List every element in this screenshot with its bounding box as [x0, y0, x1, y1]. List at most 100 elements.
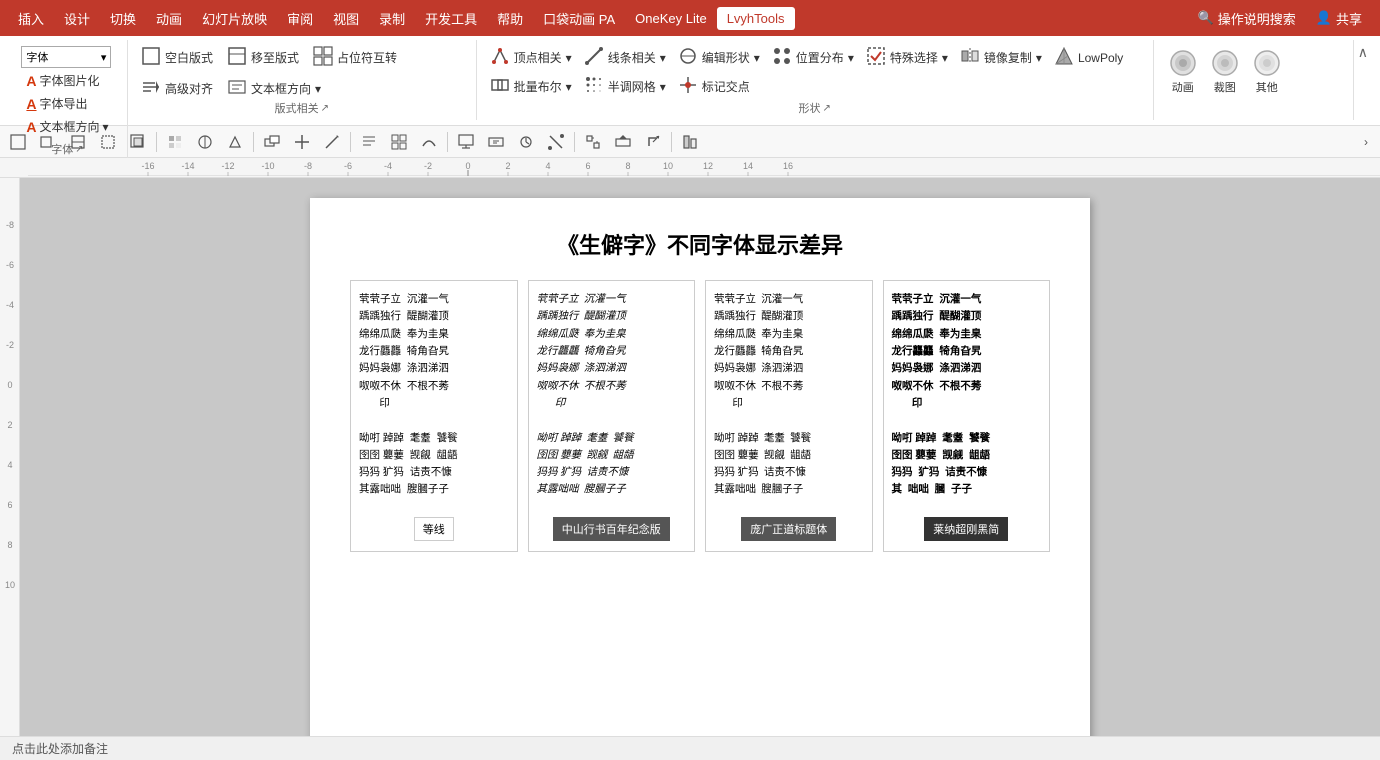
menu-item-view[interactable]: 视图 [323, 5, 369, 32]
toolbar-btn-6[interactable] [161, 129, 189, 155]
toolbar-btn-3[interactable] [64, 129, 92, 155]
textbox-dir-btn[interactable]: 文本框方向 ▾ [222, 75, 326, 102]
halftone-btn[interactable]: 半调网格 ▾ [579, 73, 671, 100]
move-layout-icon [227, 46, 247, 69]
lowpoly-icon [1054, 46, 1074, 69]
menu-item-pocket[interactable]: 口袋动画 PA [533, 5, 625, 32]
toolbar-btn-more[interactable]: › [1356, 129, 1376, 155]
move-layout-btn[interactable]: 移至版式 [222, 44, 304, 71]
font-export-btn[interactable]: A 字体导出 [21, 93, 92, 114]
menu-item-record[interactable]: 录制 [369, 5, 415, 32]
toolbar-btn-4[interactable] [94, 129, 122, 155]
svg-text:6: 6 [7, 500, 12, 510]
menu-item-switch[interactable]: 切换 [100, 5, 146, 32]
edit-shape-label: 编辑形状 [702, 49, 750, 66]
toolbar-btn-1[interactable] [4, 129, 32, 155]
font-export-icon: A [26, 96, 36, 112]
toolbar-btn-12[interactable] [355, 129, 383, 155]
font-export-label: 字体导出 [40, 95, 88, 112]
toolbar-btn-21[interactable] [639, 129, 667, 155]
vertex-rel-btn[interactable]: 顶点相关 ▾ [485, 44, 577, 71]
edit-shape-btn[interactable]: 编辑形状 ▾ [673, 44, 765, 71]
adv-align-icon [141, 77, 161, 100]
menu-item-insert[interactable]: 插入 [8, 5, 54, 32]
toolbar-btn-8[interactable] [221, 129, 249, 155]
toolbar-btn-14[interactable] [415, 129, 443, 155]
menu-item-animate[interactable]: 动画 [146, 5, 192, 32]
font-sample-text-saihei: 茕茕子立 沉灌一气 踽踽独行 醍醐灌顶 绵绵瓜瓞 奉为圭臬 龙行龘龘 犄角旮旯 … [892, 291, 1042, 499]
toolbar-btn-22[interactable] [676, 129, 704, 155]
layout-group-expand[interactable]: ↗ [321, 103, 329, 114]
other-btn[interactable]: 其他 [1246, 44, 1288, 98]
toolbar-btn-11[interactable] [318, 129, 346, 155]
slide[interactable]: 《生僻字》不同字体显示差异 茕茕子立 沉灌一气 踽踽独行 醍醐灌顶 绵绵瓜瓞 奉… [310, 198, 1090, 736]
pos-dist-icon [772, 46, 792, 69]
special-sel-btn[interactable]: 特殊选择 ▾ [861, 44, 953, 71]
menu-item-help[interactable]: 帮助 [487, 5, 533, 32]
bulk-bool-btn[interactable]: 批量布尔 ▾ [485, 73, 577, 100]
svg-text:-4: -4 [6, 300, 14, 310]
vertex-rel-label: 顶点相关 [514, 49, 562, 66]
pos-dist-btn[interactable]: 位置分布 ▾ [767, 44, 859, 71]
blank-layout-btn[interactable]: 空白版式 [136, 44, 218, 71]
shape-group-expand[interactable]: ↗ [823, 103, 831, 114]
menu-item-slideshow[interactable]: 幻灯片放映 [192, 5, 277, 32]
toolbar-btn-9[interactable] [258, 129, 286, 155]
font-grid: 茕茕子立 沉灌一气 踽踽独行 醍醐灌顶 绵绵瓜瓞 奉为圭臬 龙行龘龘 犄角旮旯 … [350, 280, 1050, 552]
toolbar-btn-5[interactable] [124, 129, 152, 155]
svg-text:-10: -10 [261, 161, 274, 171]
ruler-vertical: -8 -6 -4 -2 0 2 4 6 8 10 [0, 178, 20, 736]
toolbar-btn-2[interactable] [34, 129, 62, 155]
menu-item-onekey[interactable]: OneKey Lite [625, 7, 717, 30]
toolbar-separator-3 [350, 132, 351, 152]
ruler-horizontal: -16 -14 -12 -10 -8 -6 -4 -2 0 2 4 6 8 10… [0, 158, 1380, 178]
line-rel-btn[interactable]: 线条相关 ▾ [579, 44, 671, 71]
ribbon: 字体 ▾ A 字体图片化 A 字体导出 A 文本框方向 ▾ 字体 [0, 36, 1380, 126]
textbox-dir-icon [227, 77, 247, 100]
svg-text:8: 8 [625, 161, 630, 171]
font-sample-dengxian: 茕茕子立 沉灌一气 踽踽独行 醍醐灌顶 绵绵瓜瓞 奉为圭臬 龙行龘龘 犄角旮旯 … [350, 280, 518, 552]
toolbar-btn-13[interactable] [385, 129, 413, 155]
mirror-copy-icon [960, 46, 980, 69]
menu-item-design[interactable]: 设计 [54, 5, 100, 32]
svg-text:-2: -2 [424, 161, 432, 171]
lowpoly-btn[interactable]: LowPoly [1049, 44, 1128, 71]
line-rel-label: 线条相关 [608, 49, 656, 66]
toolbar-btn-10[interactable] [288, 129, 316, 155]
share-button[interactable]: 👤 共享 [1306, 5, 1372, 32]
halftone-icon [584, 75, 604, 98]
svg-text:-2: -2 [6, 340, 14, 350]
animate-btn[interactable]: 动画 [1162, 44, 1204, 98]
menu-item-review[interactable]: 审阅 [277, 5, 323, 32]
menu-item-devtools[interactable]: 开发工具 [415, 5, 487, 32]
status-bar: 点击此处添加备注 [0, 736, 1380, 760]
svg-text:2: 2 [505, 161, 510, 171]
ribbon-collapse-btn[interactable]: ∧ [1354, 40, 1372, 65]
crop-btn[interactable]: 裁图 [1204, 44, 1246, 98]
adv-align-btn[interactable]: 高级对齐 [136, 75, 218, 102]
toolbar-btn-7[interactable] [191, 129, 219, 155]
svg-text:-8: -8 [304, 161, 312, 171]
mirror-copy-btn[interactable]: 镜像复制 ▾ [955, 44, 1047, 71]
toolbar-btn-19[interactable] [579, 129, 607, 155]
menu-item-lvyh[interactable]: LvyhTools [717, 7, 795, 30]
lowpoly-label: LowPoly [1078, 51, 1123, 65]
slide-container[interactable]: 《生僻字》不同字体显示差异 茕茕子立 沉灌一气 踽踽独行 醍醐灌顶 绵绵瓜瓞 奉… [20, 178, 1380, 736]
blank-layout-icon [141, 46, 161, 69]
toolbar-btn-18[interactable] [542, 129, 570, 155]
mark-pt-btn[interactable]: 标记交点 [673, 73, 755, 100]
font-image-label: 字体图片化 [40, 72, 100, 89]
adv-align-label: 高级对齐 [165, 80, 213, 97]
search-box[interactable]: 🔍 操作说明搜索 [1188, 5, 1306, 32]
status-text[interactable]: 点击此处添加备注 [12, 740, 108, 757]
search-icon: 🔍 [1198, 10, 1214, 26]
svg-text:-12: -12 [221, 161, 234, 171]
move-layout-label: 移至版式 [251, 49, 299, 66]
toolbar-btn-20[interactable] [609, 129, 637, 155]
toolbar-btn-17[interactable] [512, 129, 540, 155]
font-combo[interactable]: 字体 ▾ [21, 46, 111, 68]
font-image-btn[interactable]: A 字体图片化 [21, 70, 104, 91]
toolbar-btn-15[interactable] [452, 129, 480, 155]
toolbar-btn-16[interactable] [482, 129, 510, 155]
placeholder-btn[interactable]: 占位符互转 [308, 44, 402, 71]
